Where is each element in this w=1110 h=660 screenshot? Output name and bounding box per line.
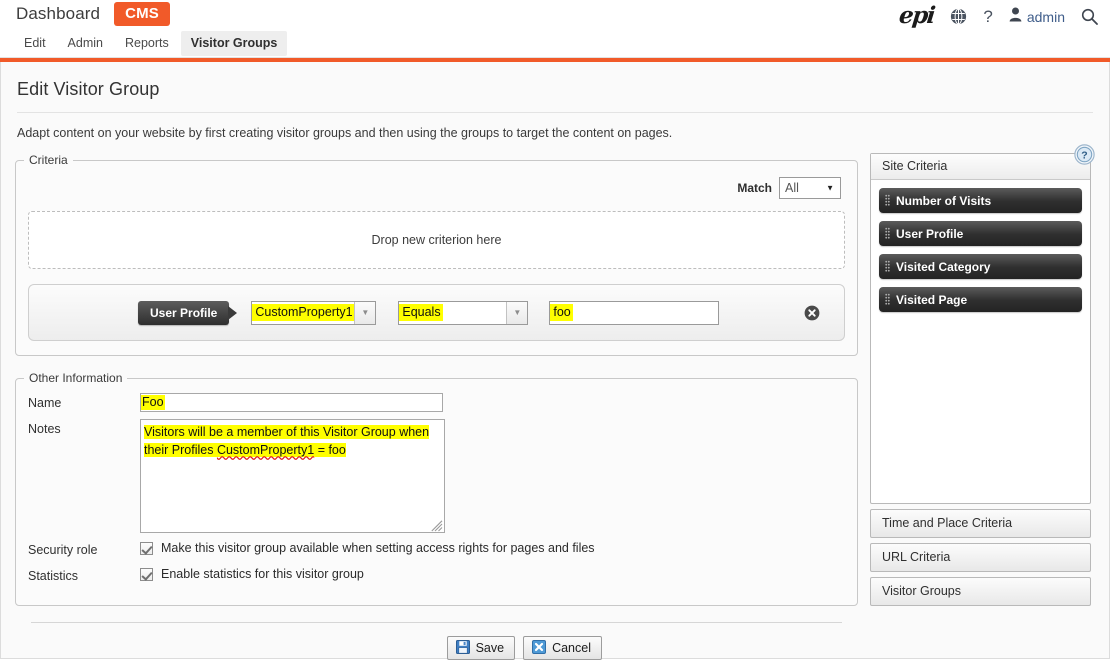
- global-top-bar: Dashboard CMS Edit Admin Reports Visitor…: [0, 0, 1110, 58]
- sidebar-item-label: Visited Page: [896, 293, 967, 307]
- global-nav-left: Dashboard CMS: [14, 2, 170, 26]
- criteria-legend: Criteria: [24, 153, 73, 167]
- content-columns: Criteria Match All ▼ Drop new criterion …: [1, 140, 1109, 660]
- criteria-body: Match All ▼ Drop new criterion here User…: [16, 167, 857, 355]
- cancel-x-icon: [532, 640, 546, 657]
- chevron-down-icon[interactable]: ▼: [506, 302, 527, 324]
- name-row: Name Foo: [28, 393, 845, 412]
- statistics-row: Statistics Enable statistics for this vi…: [28, 566, 845, 585]
- sidebar-column: Site Criteria: [870, 153, 1091, 660]
- sidebar-item-number-of-visits[interactable]: Number of Visits: [879, 188, 1082, 213]
- help-circle-icon[interactable]: ?: [1074, 144, 1095, 165]
- tab-admin[interactable]: Admin: [58, 31, 113, 56]
- delete-circle-icon[interactable]: [804, 305, 820, 321]
- sidebar-item-visited-category[interactable]: Visited Category: [879, 254, 1082, 279]
- page-intro-text: Adapt content on your website by first c…: [1, 113, 1109, 140]
- page-container: Edit Visitor Group ? Adapt content on yo…: [0, 62, 1110, 659]
- tab-edit[interactable]: Edit: [14, 31, 56, 56]
- name-input-value: Foo: [141, 395, 165, 411]
- site-criteria-panel: Site Criteria: [870, 153, 1091, 504]
- accordion-visitor-groups[interactable]: Visitor Groups: [870, 577, 1091, 606]
- chevron-down-icon[interactable]: ▼: [354, 302, 375, 324]
- statistics-label: Statistics: [28, 566, 140, 585]
- notes-line-2-suffix: = foo: [314, 443, 346, 457]
- sidebar-item-label: User Profile: [896, 227, 963, 241]
- security-role-checkbox[interactable]: [140, 542, 153, 555]
- drag-handle-icon[interactable]: [885, 227, 890, 240]
- chevron-down-icon: ▼: [826, 184, 834, 193]
- notes-line-1: Visitors will be a member of this Visito…: [144, 425, 429, 439]
- cancel-button-label: Cancel: [552, 641, 591, 655]
- name-input[interactable]: Foo: [140, 393, 443, 412]
- statistics-check-row: Enable statistics for this visitor group: [140, 566, 364, 582]
- other-information-legend: Other Information: [24, 371, 127, 385]
- criterion-property-select[interactable]: CustomProperty1 ▼: [251, 301, 376, 325]
- notes-line-2-prefix: their Profiles: [144, 443, 217, 457]
- criterion-operator-select[interactable]: Equals ▼: [398, 301, 528, 325]
- search-icon[interactable]: [1081, 8, 1098, 25]
- criterion-property-value: CustomProperty1: [252, 304, 354, 322]
- global-nav-right: epi ? admin: [899, 4, 1098, 29]
- main-column: Criteria Match All ▼ Drop new criterion …: [15, 153, 858, 660]
- user-name-label: admin: [1027, 9, 1065, 25]
- site-criteria-list: Number of Visits: [871, 180, 1090, 503]
- help-icon[interactable]: ?: [983, 8, 992, 25]
- security-role-check-row: Make this visitor group available when s…: [140, 540, 595, 556]
- tab-reports[interactable]: Reports: [115, 31, 179, 56]
- sidebar-item-label: Visited Category: [896, 260, 990, 274]
- episerver-logo: epi: [898, 4, 936, 29]
- notes-label: Notes: [28, 419, 140, 533]
- accordion-url-criteria[interactable]: URL Criteria: [870, 543, 1091, 572]
- nav-cms-badge[interactable]: CMS: [114, 2, 170, 26]
- user-menu[interactable]: admin: [1009, 7, 1065, 27]
- sub-navigation: Edit Admin Reports Visitor Groups: [14, 31, 287, 56]
- criterion-type-tag[interactable]: User Profile: [138, 301, 229, 325]
- page-title: Edit Visitor Group: [1, 62, 1109, 100]
- cancel-button[interactable]: Cancel: [523, 636, 602, 660]
- sidebar-item-visited-page[interactable]: Visited Page: [879, 287, 1082, 312]
- criterion-operator-value: Equals: [399, 304, 442, 322]
- match-selected-value: All: [785, 181, 799, 195]
- statistics-checkbox-label: Enable statistics for this visitor group: [161, 566, 364, 582]
- save-button-label: Save: [476, 641, 505, 655]
- nav-dashboard-link[interactable]: Dashboard: [14, 2, 102, 26]
- user-icon: [1009, 7, 1022, 27]
- save-button[interactable]: Save: [447, 636, 516, 660]
- notes-misspelled-word: CustomProperty1: [217, 443, 314, 457]
- name-label: Name: [28, 393, 140, 412]
- other-information-body: Name Foo Notes Visitors will be a member…: [16, 385, 857, 605]
- tab-visitor-groups[interactable]: Visitor Groups: [181, 31, 288, 56]
- globe-icon[interactable]: [950, 8, 967, 25]
- site-criteria-header: Site Criteria: [871, 154, 1090, 180]
- dropzone-label: Drop new criterion here: [372, 233, 502, 247]
- match-select[interactable]: All ▼: [779, 177, 841, 199]
- security-role-checkbox-label: Make this visitor group available when s…: [161, 540, 595, 556]
- criterion-value-text: foo: [550, 304, 572, 322]
- resize-handle-icon[interactable]: [431, 519, 443, 531]
- notes-content: Visitors will be a member of this Visito…: [144, 425, 429, 457]
- notes-textarea[interactable]: Visitors will be a member of this Visito…: [140, 419, 445, 533]
- statistics-checkbox[interactable]: [140, 568, 153, 581]
- footer-actions: Save Cancel: [15, 623, 858, 660]
- criterion-dropzone[interactable]: Drop new criterion here: [28, 211, 845, 269]
- security-role-label: Security role: [28, 540, 140, 559]
- svg-text:?: ?: [1081, 150, 1087, 162]
- notes-row: Notes Visitors will be a member of this …: [28, 419, 845, 533]
- match-row: Match All ▼: [28, 177, 845, 199]
- drag-handle-icon[interactable]: [885, 293, 890, 306]
- criterion-value-input[interactable]: foo: [549, 301, 719, 325]
- criteria-fieldset: Criteria Match All ▼ Drop new criterion …: [15, 153, 858, 356]
- other-information-fieldset: Other Information Name Foo Notes Visitor…: [15, 371, 858, 606]
- drag-handle-icon[interactable]: [885, 260, 890, 273]
- drag-handle-icon[interactable]: [885, 194, 890, 207]
- criterion-row: User Profile CustomProperty1 ▼ Equals ▼ …: [28, 284, 845, 341]
- match-label: Match: [737, 181, 772, 195]
- sidebar-item-user-profile[interactable]: User Profile: [879, 221, 1082, 246]
- sidebar-item-label: Number of Visits: [896, 194, 991, 208]
- save-disk-icon: [456, 640, 470, 657]
- security-role-row: Security role Make this visitor group av…: [28, 540, 845, 559]
- accordion-time-and-place-criteria[interactable]: Time and Place Criteria: [870, 509, 1091, 538]
